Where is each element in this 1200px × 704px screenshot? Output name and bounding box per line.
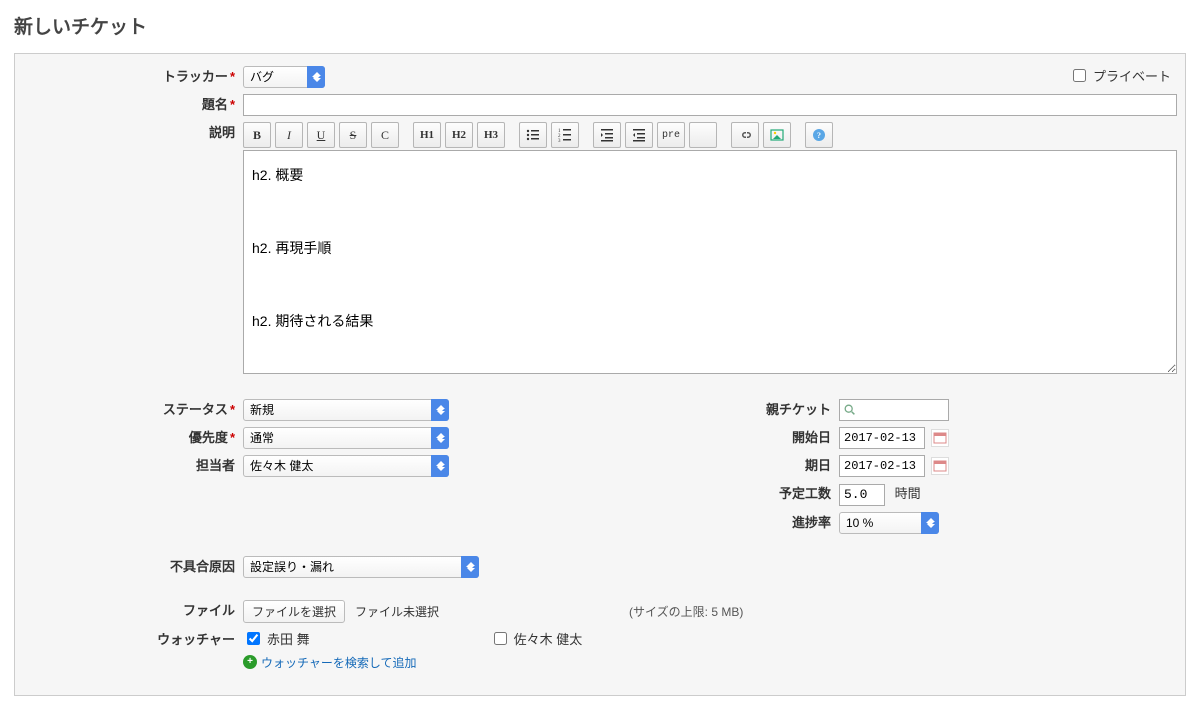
strike-button[interactable]: S — [339, 122, 367, 148]
priority-select[interactable]: 通常 — [243, 427, 449, 449]
outdent-button[interactable] — [593, 122, 621, 148]
parent-label: 親チケット — [649, 399, 839, 421]
blank-button[interactable] — [689, 122, 717, 148]
priority-label: 優先度* — [29, 427, 243, 449]
description-textarea[interactable] — [243, 150, 1177, 374]
files-label: ファイル — [29, 600, 243, 622]
h3-button[interactable]: H3 — [477, 122, 505, 148]
editor-toolbar: B I U S C H1 H2 H3 123 pre — [243, 122, 1177, 148]
subject-label: 題名* — [29, 94, 243, 116]
ul-button[interactable] — [519, 122, 547, 148]
h1-button[interactable]: H1 — [413, 122, 441, 148]
calendar-icon[interactable] — [931, 429, 949, 447]
hours-unit: 時間 — [895, 486, 921, 501]
add-watcher-link[interactable]: ウォッチャーを検索して追加 — [261, 654, 417, 671]
watcher-name: 赤田 舞 — [267, 629, 310, 648]
bold-button[interactable]: B — [243, 122, 271, 148]
assignee-select[interactable]: 佐々木 健太 — [243, 455, 449, 477]
private-label: プライベート — [1093, 66, 1171, 85]
watcher-name: 佐々木 健太 — [514, 629, 583, 648]
watcher-item: 赤田 舞 — [243, 629, 310, 648]
subject-input[interactable] — [243, 94, 1177, 116]
svg-text:3: 3 — [558, 139, 561, 143]
underline-button[interactable]: U — [307, 122, 335, 148]
code-button[interactable]: C — [371, 122, 399, 148]
due-date-label: 期日 — [649, 455, 839, 477]
watchers-label: ウォッチャー — [29, 629, 243, 651]
assignee-label: 担当者 — [29, 455, 243, 477]
svg-text:?: ? — [817, 131, 821, 140]
ol-button[interactable]: 123 — [551, 122, 579, 148]
page-title: 新しいチケット — [14, 12, 1186, 39]
indent-button[interactable] — [625, 122, 653, 148]
tracker-select[interactable]: バグ — [243, 66, 325, 88]
estimated-input[interactable] — [839, 484, 885, 506]
watcher-checkbox[interactable] — [247, 632, 260, 645]
tracker-label: トラッカー* — [29, 66, 243, 88]
watcher-item: 佐々木 健太 — [490, 629, 583, 648]
defect-cause-label: 不具合原因 — [29, 556, 243, 578]
private-checkbox[interactable] — [1073, 69, 1086, 82]
pre-button[interactable]: pre — [657, 122, 685, 148]
defect-cause-select[interactable]: 設定誤り・漏れ — [243, 556, 479, 578]
done-ratio-label: 進捗率 — [649, 512, 839, 534]
search-icon — [843, 403, 857, 417]
file-status: ファイル未選択 — [355, 603, 439, 620]
status-label: ステータス* — [29, 399, 243, 421]
done-ratio-select[interactable]: 10 % — [839, 512, 939, 534]
ticket-form: トラッカー* バグ プライベート 題名* 説明 B — [14, 53, 1186, 696]
file-size-hint: (サイズの上限: 5 MB) — [629, 603, 743, 620]
image-icon[interactable] — [763, 122, 791, 148]
plus-icon: + — [243, 655, 257, 669]
italic-button[interactable]: I — [275, 122, 303, 148]
description-label: 説明 — [29, 122, 243, 144]
due-date-input[interactable] — [839, 455, 925, 477]
watcher-checkbox[interactable] — [494, 632, 507, 645]
start-date-label: 開始日 — [649, 427, 839, 449]
calendar-icon[interactable] — [931, 457, 949, 475]
status-select[interactable]: 新規 — [243, 399, 449, 421]
estimated-label: 予定工数 — [649, 483, 839, 505]
file-choose-button[interactable]: ファイルを選択 — [243, 600, 345, 623]
h2-button[interactable]: H2 — [445, 122, 473, 148]
help-icon[interactable]: ? — [805, 122, 833, 148]
start-date-input[interactable] — [839, 427, 925, 449]
link-icon[interactable] — [731, 122, 759, 148]
